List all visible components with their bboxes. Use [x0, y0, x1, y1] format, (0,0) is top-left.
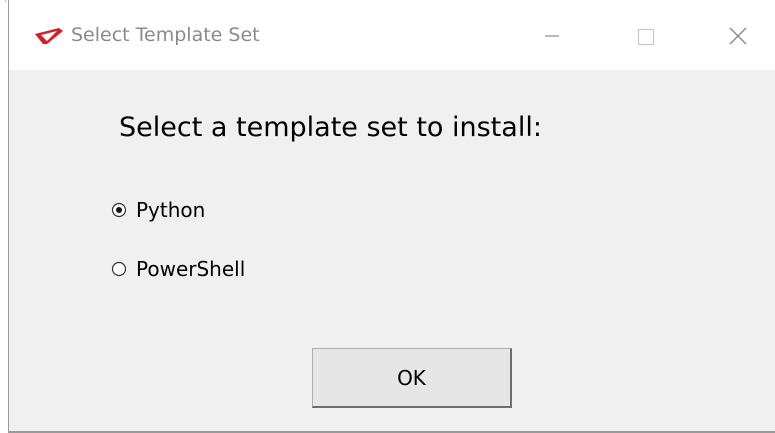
app-logo-icon [33, 26, 65, 46]
window-title: Select Template Set [71, 24, 260, 46]
radio-unselected-icon[interactable] [111, 261, 127, 277]
ok-button-label: OK [397, 365, 426, 390]
radio-option-powershell[interactable]: PowerShell [111, 255, 245, 283]
title-bar[interactable]: Select Template Set [9, 0, 775, 70]
maximize-button[interactable] [625, 16, 665, 56]
maximize-icon [637, 28, 655, 46]
radio-selected-icon[interactable] [111, 202, 127, 218]
ok-button[interactable]: OK [312, 348, 512, 408]
dialog-heading: Select a template set to install: [119, 112, 542, 143]
radio-label-powershell: PowerShell [136, 257, 246, 281]
radio-option-python[interactable]: Python [111, 196, 205, 224]
minimize-icon [545, 35, 559, 37]
close-button[interactable] [718, 16, 758, 56]
radio-label-python: Python [136, 198, 206, 222]
minimize-button[interactable] [532, 16, 572, 56]
close-icon [729, 27, 747, 45]
dialog-window: Select Template Set Select a template se… [8, 0, 775, 433]
stray-mark: · [4, 0, 7, 6]
